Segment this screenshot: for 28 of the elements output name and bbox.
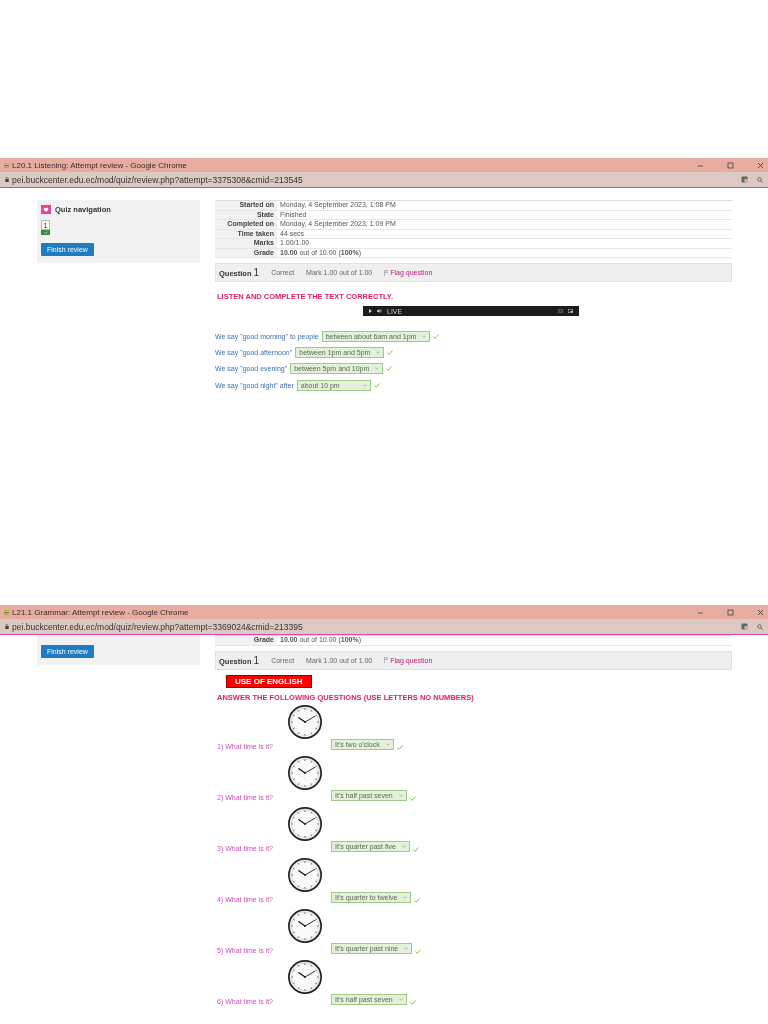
picture-in-picture-icon[interactable] [568, 309, 573, 313]
lock-icon [5, 624, 9, 629]
app-icon [4, 162, 9, 168]
close-icon[interactable] [757, 161, 764, 169]
window-title: L20.1 Listening: Attempt review - Google Chrome [12, 160, 188, 170]
clock-drawing [288, 857, 322, 892]
window-title: L21.1 Grammar: Attempt review - Google Chrome [12, 607, 190, 617]
clock-drawing [288, 704, 322, 739]
search-icon[interactable] [757, 623, 763, 630]
section-banner: USE OF ENGLISH [226, 674, 312, 688]
close-icon[interactable] [757, 608, 764, 616]
translate-icon[interactable] [741, 623, 748, 630]
search-icon[interactable] [757, 176, 763, 183]
quiz-navigation-icon [41, 205, 51, 214]
flag-icon [384, 657, 389, 663]
play-icon[interactable] [369, 309, 372, 313]
clock-drawing [288, 806, 322, 841]
captions-icon[interactable] [558, 309, 563, 313]
maximize-icon[interactable] [727, 161, 734, 169]
clock-drawing [288, 908, 322, 943]
lock-icon [5, 177, 9, 182]
clock-drawing [288, 959, 322, 994]
maximize-icon[interactable] [727, 608, 734, 616]
volume-icon[interactable] [377, 309, 382, 313]
app-icon [4, 609, 9, 615]
translate-icon[interactable] [741, 176, 748, 183]
clock-drawing [288, 755, 322, 790]
flag-icon [384, 269, 389, 276]
